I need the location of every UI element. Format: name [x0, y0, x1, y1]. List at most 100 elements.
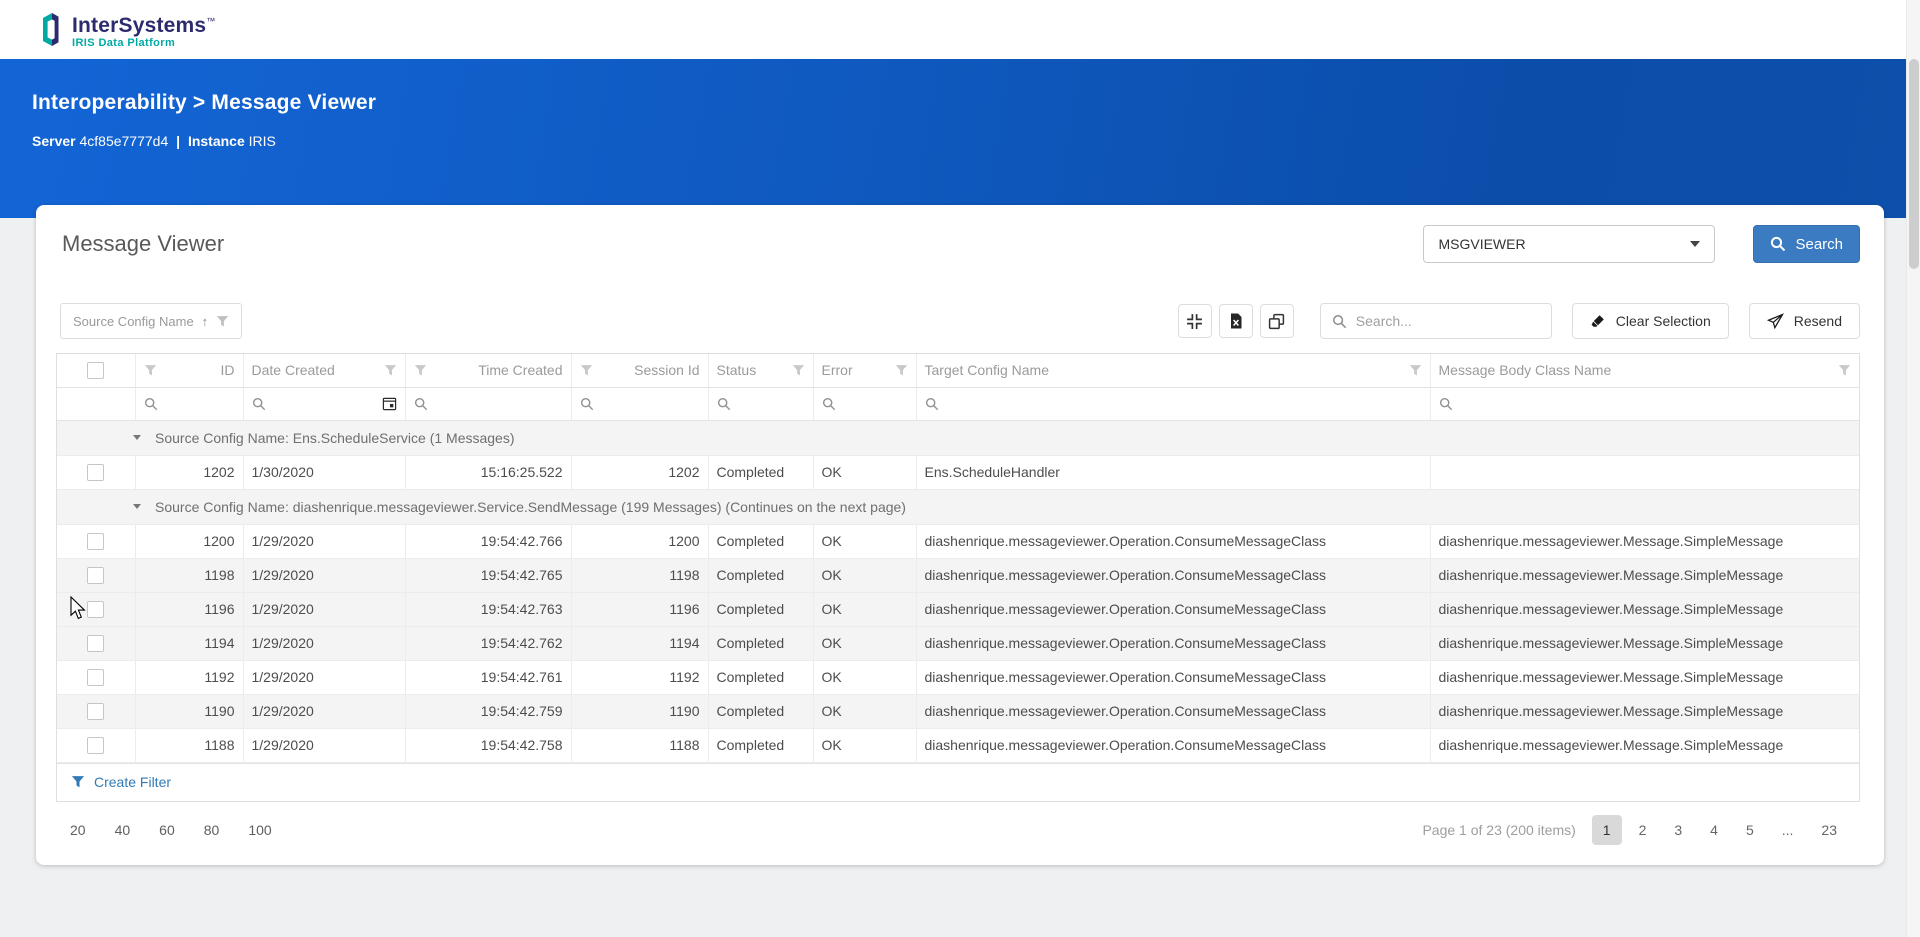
filter-cell-checkbox: [57, 387, 135, 420]
column-header-id[interactable]: ID: [135, 354, 243, 387]
export-excel-button[interactable]: [1219, 304, 1253, 338]
column-header-label[interactable]: Time Created: [478, 362, 562, 378]
pager: 20406080100 Page 1 of 23 (200 items) 123…: [56, 815, 1860, 845]
search-icon: [925, 397, 939, 411]
cell-time_created: 19:54:42.758: [405, 728, 571, 762]
scrollbar-thumb[interactable]: [1909, 59, 1919, 269]
search-icon: [1770, 236, 1786, 252]
page-number[interactable]: 5: [1735, 815, 1765, 845]
column-header-target_config_name[interactable]: Target Config Name: [916, 354, 1430, 387]
column-header-status[interactable]: Status: [708, 354, 813, 387]
filter-cell-error[interactable]: [813, 387, 916, 420]
filter-cell-session_id[interactable]: [571, 387, 708, 420]
clear-selection-button[interactable]: Clear Selection: [1572, 303, 1729, 339]
table-row[interactable]: 12021/30/202015:16:25.5221202CompletedOK…: [57, 455, 1859, 489]
cell-session_id: 1190: [571, 694, 708, 728]
table-row[interactable]: 11961/29/202019:54:42.7631196CompletedOK…: [57, 592, 1859, 626]
table-row[interactable]: 11901/29/202019:54:42.7591190CompletedOK…: [57, 694, 1859, 728]
page-number[interactable]: 1: [1592, 815, 1622, 845]
header-filter-icon[interactable]: [895, 364, 908, 377]
column-header-label[interactable]: ID: [221, 362, 235, 378]
column-header-session_id[interactable]: Session Id: [571, 354, 708, 387]
page-size-option[interactable]: 40: [115, 822, 131, 838]
column-header-label[interactable]: Message Body Class Name: [1439, 362, 1612, 378]
group-row[interactable]: Source Config Name: Ens.ScheduleService …: [57, 420, 1859, 455]
collapse-all-icon: [1186, 313, 1203, 330]
table-row[interactable]: 11981/29/202019:54:42.7651198CompletedOK…: [57, 558, 1859, 592]
header-filter-icon[interactable]: [414, 364, 427, 377]
select-all-checkbox[interactable]: [87, 362, 104, 379]
header-filter-icon[interactable]: [144, 364, 157, 377]
filter-cell-status[interactable]: [708, 387, 813, 420]
cell-id: 1196: [135, 592, 243, 626]
table-row[interactable]: 12001/29/202019:54:42.7661200CompletedOK…: [57, 524, 1859, 558]
table-row[interactable]: 11941/29/202019:54:42.7621194CompletedOK…: [57, 626, 1859, 660]
grid-search-input[interactable]: [1356, 313, 1540, 329]
column-header-label[interactable]: Error: [822, 362, 853, 378]
page-size-option[interactable]: 100: [248, 822, 271, 838]
page-size-option[interactable]: 20: [70, 822, 86, 838]
browser-scrollbar[interactable]: [1906, 0, 1920, 937]
row-checkbox[interactable]: [87, 635, 104, 652]
cell-error: OK: [813, 455, 916, 489]
filter-cell-time_created[interactable]: [405, 387, 571, 420]
grid-search-box: [1320, 303, 1552, 339]
search-button[interactable]: Search: [1753, 225, 1860, 263]
column-header-date_created[interactable]: Date Created: [243, 354, 405, 387]
calendar-icon[interactable]: [382, 396, 397, 411]
header-filter-icon[interactable]: [1409, 364, 1422, 377]
row-checkbox[interactable]: [87, 669, 104, 686]
column-header-label[interactable]: Status: [717, 362, 757, 378]
row-checkbox[interactable]: [87, 601, 104, 618]
page-number[interactable]: 3: [1663, 815, 1693, 845]
cell-time_created: 19:54:42.766: [405, 524, 571, 558]
cell-error: OK: [813, 524, 916, 558]
search-icon: [252, 397, 266, 411]
create-filter-link[interactable]: Create Filter: [94, 774, 171, 790]
table-row[interactable]: 11921/29/202019:54:42.7611192CompletedOK…: [57, 660, 1859, 694]
header-filter-icon[interactable]: [384, 364, 397, 377]
page-number[interactable]: 4: [1699, 815, 1729, 845]
cell-status: Completed: [708, 592, 813, 626]
cell-error: OK: [813, 728, 916, 762]
cell-id: 1202: [135, 455, 243, 489]
column-header-time_created[interactable]: Time Created: [405, 354, 571, 387]
column-header-label[interactable]: Date Created: [252, 362, 335, 378]
filter-cell-date_created[interactable]: [243, 387, 405, 420]
cell-time_created: 19:54:42.765: [405, 558, 571, 592]
row-checkbox[interactable]: [87, 737, 104, 754]
column-header-message_body_class_name[interactable]: Message Body Class Name: [1430, 354, 1859, 387]
page-number[interactable]: 23: [1810, 815, 1848, 845]
group-expanded-icon[interactable]: [133, 435, 141, 440]
column-header-label[interactable]: Session Id: [634, 362, 699, 378]
filter-cell-target_config_name[interactable]: [916, 387, 1430, 420]
cell-session_id: 1202: [571, 455, 708, 489]
row-checkbox[interactable]: [87, 703, 104, 720]
table-row[interactable]: 11881/29/202019:54:42.7581188CompletedOK…: [57, 728, 1859, 762]
row-checkbox[interactable]: [87, 533, 104, 550]
column-header-label[interactable]: Target Config Name: [925, 362, 1050, 378]
page-size-option[interactable]: 80: [204, 822, 220, 838]
clear-selection-label: Clear Selection: [1616, 313, 1711, 329]
page-number[interactable]: 2: [1628, 815, 1658, 845]
column-chooser-button[interactable]: [1260, 304, 1294, 338]
row-checkbox[interactable]: [87, 567, 104, 584]
cell-status: Completed: [708, 626, 813, 660]
collapse-all-button[interactable]: [1178, 304, 1212, 338]
row-checkbox[interactable]: [87, 464, 104, 481]
namespace-select[interactable]: MSGVIEWER: [1423, 225, 1715, 263]
header-filter-icon[interactable]: [1838, 364, 1851, 377]
column-header-error[interactable]: Error: [813, 354, 916, 387]
cell-status: Completed: [708, 558, 813, 592]
filter-cell-message_body_class_name[interactable]: [1430, 387, 1859, 420]
resend-button[interactable]: Resend: [1749, 303, 1860, 339]
page-size-option[interactable]: 60: [159, 822, 175, 838]
filter-icon: [216, 315, 229, 328]
header-filter-icon[interactable]: [580, 364, 593, 377]
filter-cell-id[interactable]: [135, 387, 243, 420]
header-filter-icon[interactable]: [792, 364, 805, 377]
group-row[interactable]: Source Config Name: diashenrique.message…: [57, 489, 1859, 524]
cell-date_created: 1/29/2020: [243, 694, 405, 728]
group-expanded-icon[interactable]: [133, 504, 141, 509]
group-by-chip[interactable]: Source Config Name ↑: [60, 303, 242, 339]
